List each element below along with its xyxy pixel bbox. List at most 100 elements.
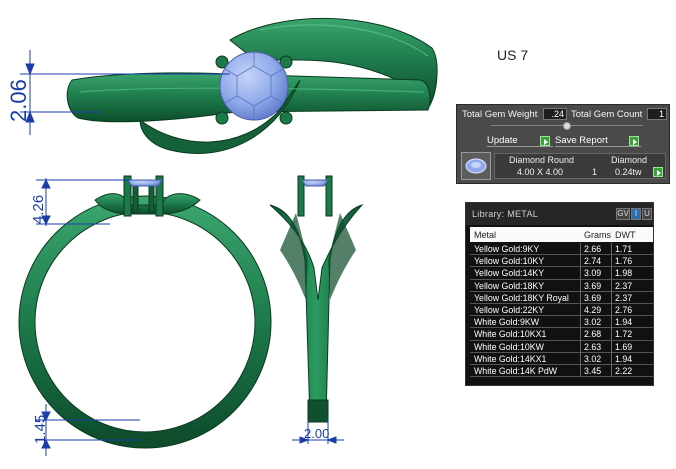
column-dwt[interactable]: DWT <box>615 230 636 240</box>
grams-value: 2.63 <box>584 341 602 352</box>
table-row[interactable]: Yellow Gold:14KY 3.09 1.98 <box>470 267 653 280</box>
column-divider <box>611 291 612 304</box>
table-row[interactable]: White Gold:14K PdW 3.45 2.22 <box>470 364 653 378</box>
total-gem-weight-field[interactable]: .24 <box>543 108 567 120</box>
grams-value: 3.45 <box>584 365 602 376</box>
dimension-shank-thickness: 1.45 <box>32 414 49 444</box>
column-divider <box>580 352 581 365</box>
column-divider <box>611 316 612 329</box>
side-view <box>269 175 364 423</box>
grams-value: 3.69 <box>584 292 602 303</box>
metal-name: White Gold:14KX1 <box>474 353 547 364</box>
save-report-button[interactable]: Save Report <box>555 135 641 147</box>
table-row[interactable]: Yellow Gold:10KY 2.74 1.76 <box>470 255 653 268</box>
dimension-head-height: 4.26 <box>30 194 47 224</box>
column-divider <box>611 255 612 268</box>
save-report-label: Save Report <box>555 135 608 146</box>
column-divider <box>611 352 612 365</box>
column-divider <box>580 291 581 304</box>
dwt-value: 2.37 <box>615 280 633 291</box>
table-row[interactable]: White Gold:9KW 3.02 1.94 <box>470 316 653 329</box>
metal-name: White Gold:10KX1 <box>474 329 547 340</box>
column-divider <box>580 267 581 280</box>
metal-name: White Gold:14K PdW <box>474 365 558 376</box>
dwt-value: 1.72 <box>615 329 633 340</box>
column-divider <box>611 328 612 341</box>
column-divider <box>611 267 612 280</box>
column-divider <box>580 364 581 377</box>
column-divider <box>580 340 581 353</box>
column-divider <box>611 340 612 353</box>
column-divider <box>580 328 581 341</box>
column-divider <box>580 243 581 255</box>
dwt-value: 1.69 <box>615 341 633 352</box>
gem-panel: Total Gem Weight .24 Total Gem Count 1 U… <box>456 104 670 184</box>
metal-name: Yellow Gold:9KY <box>474 244 540 254</box>
metal-name: Yellow Gold:14KY <box>474 268 545 279</box>
gem-go-icon[interactable] <box>653 167 663 177</box>
metal-name: White Gold:9KW <box>474 317 540 328</box>
dimension-shank-width: 2.00 <box>304 426 330 441</box>
table-row[interactable]: Yellow Gold:9KY 2.66 1.71 <box>470 243 653 256</box>
column-divider <box>611 303 612 316</box>
gv-icon[interactable]: GV <box>616 208 630 220</box>
grams-value: 3.02 <box>584 353 602 364</box>
column-divider <box>580 303 581 316</box>
total-gem-count-label: Total Gem Count <box>571 109 643 120</box>
dwt-value: 1.71 <box>615 244 633 254</box>
dwt-value: 1.76 <box>615 256 633 267</box>
update-go-icon[interactable] <box>540 136 550 146</box>
dimension-top-height: 2.06 <box>6 79 31 122</box>
column-divider <box>580 316 581 329</box>
gem-table: Diamond Round Diamond 4.00 X 4.00 1 0.24… <box>494 153 666 179</box>
gem-thumbnail[interactable] <box>461 152 491 180</box>
gem-type-header: Diamond <box>611 155 648 165</box>
panel-slider[interactable] <box>491 122 643 131</box>
save-report-go-icon[interactable] <box>629 136 639 146</box>
grams-value: 4.29 <box>584 304 602 315</box>
library-column-headers: Metal Grams DWT <box>470 227 653 242</box>
gem-totals-row: Total Gem Weight .24 Total Gem Count 1 <box>459 107 667 122</box>
metal-name: Yellow Gold:10KY <box>474 256 545 267</box>
metal-name: Yellow Gold:22KY <box>474 304 545 315</box>
column-divider <box>580 279 581 292</box>
grams-value: 3.69 <box>584 280 602 291</box>
dwt-value: 2.22 <box>615 365 633 376</box>
library-header: Library: METAL GV I U <box>466 203 653 225</box>
library-rows: Yellow Gold:9KY 2.66 1.71 Yellow Gold:10KY 2… <box>470 243 653 378</box>
dwt-value: 1.94 <box>615 317 633 328</box>
grams-value: 3.09 <box>584 268 602 279</box>
top-view <box>66 17 438 154</box>
total-gem-count-field[interactable]: 1 <box>647 108 667 120</box>
table-row[interactable]: Yellow Gold:22KY 4.29 2.76 <box>470 303 653 317</box>
grams-value: 2.66 <box>584 244 602 254</box>
info-icon[interactable]: I <box>631 208 641 220</box>
column-divider <box>611 279 612 292</box>
gem-count: 1 <box>592 167 598 177</box>
dwt-value: 2.76 <box>615 304 633 315</box>
u-icon[interactable]: U <box>642 208 652 220</box>
grams-value: 2.68 <box>584 329 602 340</box>
metal-name: Yellow Gold:18KY <box>474 280 545 291</box>
metal-library-panel: Library: METAL GV I U Metal Grams DWT Ye… <box>465 202 654 386</box>
table-row[interactable]: Yellow Gold:18KY 3.69 2.37 <box>470 279 653 292</box>
gem-entry: Diamond Round Diamond 4.00 X 4.00 1 0.24… <box>461 152 666 180</box>
metal-name: Yellow Gold:18KY Royal <box>474 292 569 303</box>
update-label: Update <box>487 135 518 146</box>
total-gem-weight-label: Total Gem Weight <box>462 109 538 120</box>
column-grams[interactable]: Grams <box>584 230 611 240</box>
table-row[interactable]: White Gold:14KX1 3.02 1.94 <box>470 352 653 365</box>
column-metal[interactable]: Metal <box>474 230 496 240</box>
dwt-value: 1.94 <box>615 353 633 364</box>
table-row[interactable]: Yellow Gold:18KY Royal 3.69 2.37 <box>470 291 653 304</box>
table-row[interactable]: White Gold:10KW 2.63 1.69 <box>470 340 653 353</box>
update-button[interactable]: Update <box>487 135 553 147</box>
gem-size: 4.00 X 4.00 <box>517 167 564 177</box>
library-title: Library: METAL <box>472 209 539 219</box>
slider-knob[interactable] <box>563 122 571 130</box>
ring-size-label: US 7 <box>497 47 529 63</box>
front-view <box>18 175 272 449</box>
gem-weight: 0.24tw <box>615 167 642 177</box>
grams-value: 2.74 <box>584 256 602 267</box>
table-row[interactable]: White Gold:10KX1 2.68 1.72 <box>470 328 653 341</box>
